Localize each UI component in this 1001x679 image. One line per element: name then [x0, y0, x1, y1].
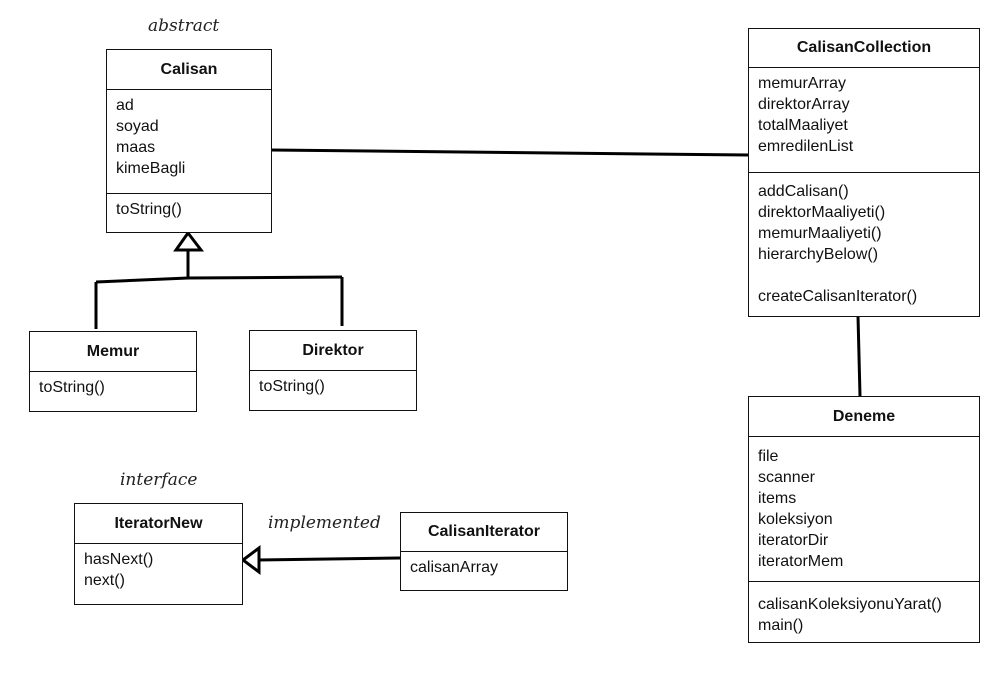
class-calisan[interactable]: Calisan ad soyad maas kimeBagli toString…: [106, 49, 272, 233]
methods: addCalisan() direktorMaaliyeti() memurMa…: [749, 172, 979, 312]
attributes: calisanArray: [401, 552, 567, 583]
methods: toString(): [107, 193, 271, 225]
method: next(): [84, 572, 125, 589]
method: toString(): [116, 201, 182, 218]
attribute: iteratorDir: [758, 532, 829, 549]
inheritance-branch: [95, 275, 343, 284]
class-calisan-iterator[interactable]: CalisanIterator calisanArray: [400, 512, 568, 591]
method: calisanKoleksiyonuYarat(): [758, 596, 942, 613]
abstract-stereotype: abstract: [148, 16, 220, 36]
attribute: items: [758, 490, 797, 507]
attribute: kimeBagli: [116, 160, 186, 177]
attribute: ad: [116, 97, 134, 114]
method: createCalisanIterator(): [758, 288, 918, 305]
method: hierarchyBelow(): [758, 246, 879, 263]
methods: calisanKoleksiyonuYarat() main(): [749, 581, 979, 641]
realization-line: [257, 556, 401, 562]
attribute: scanner: [758, 469, 815, 486]
attribute: maas: [116, 139, 156, 156]
method: memurMaaliyeti(): [758, 225, 882, 242]
class-name: CalisanIterator: [401, 513, 567, 552]
realization-arrowhead: [240, 545, 261, 575]
class-name: IteratorNew: [75, 504, 242, 544]
attribute: calisanArray: [410, 559, 499, 576]
attributes: file scanner items koleksiyon iteratorDi…: [749, 437, 979, 581]
inheritance-arrowhead: [173, 230, 205, 252]
class-name: CalisanCollection: [749, 29, 979, 68]
implemented-label: implemented: [268, 513, 381, 533]
attribute: emredilenList: [758, 138, 854, 155]
methods: toString(): [250, 371, 416, 402]
interface-stereotype: interface: [120, 470, 198, 490]
attribute: iteratorMem: [758, 553, 844, 570]
method: direktorMaaliyeti(): [758, 204, 886, 221]
attribute: memurArray: [758, 75, 847, 92]
attribute: soyad: [116, 118, 159, 135]
class-name: Memur: [30, 332, 196, 372]
method: toString(): [259, 378, 325, 395]
attributes: ad soyad maas kimeBagli: [107, 90, 271, 193]
class-name: Calisan: [107, 50, 271, 90]
attribute: file: [758, 448, 779, 465]
method: main(): [758, 617, 804, 634]
class-direktor[interactable]: Direktor toString(): [249, 330, 417, 411]
methods: hasNext() next(): [75, 544, 242, 596]
class-memur[interactable]: Memur toString(): [29, 331, 197, 412]
methods: toString(): [30, 372, 196, 403]
attribute: direktorArray: [758, 96, 850, 113]
association-collection-deneme: [856, 315, 862, 397]
association-calisan-collection: [270, 148, 749, 157]
class-deneme[interactable]: Deneme file scanner items koleksiyon ite…: [748, 396, 980, 643]
class-name: Direktor: [250, 331, 416, 371]
attribute: totalMaaliyet: [758, 117, 848, 134]
method: addCalisan(): [758, 183, 849, 200]
class-calisan-collection[interactable]: CalisanCollection memurArray direktorArr…: [748, 28, 980, 317]
attributes: memurArray direktorArray totalMaaliyet e…: [749, 68, 979, 172]
method: hasNext(): [84, 551, 154, 568]
attribute: koleksiyon: [758, 511, 833, 528]
method: toString(): [39, 379, 105, 396]
interface-iterator-new[interactable]: IteratorNew hasNext() next(): [74, 503, 243, 605]
class-name: Deneme: [749, 397, 979, 437]
